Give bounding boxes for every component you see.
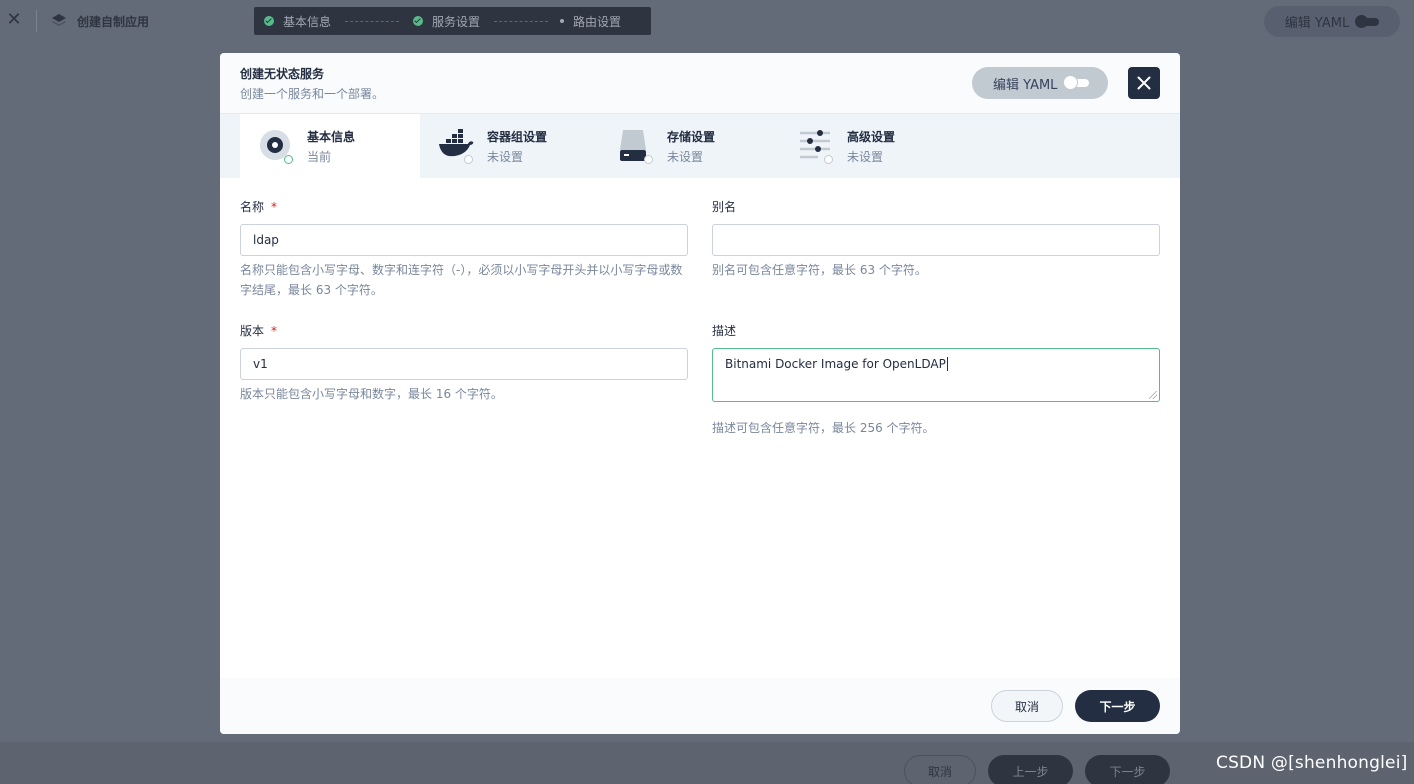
modal-tabs: 基本信息 当前 容器组设置 未设置 存储设置 未设置 高级设置 未设置 [220,114,1180,178]
tab-status: 当前 [307,150,332,164]
modal-header: 创建无状态服务 创建一个服务和一个部署。 编辑 YAML [220,53,1180,114]
cancel-button[interactable]: 取消 [991,690,1063,722]
bg-step-basic[interactable]: 基本信息 [264,13,331,30]
tab-pod-settings[interactable]: 容器组设置 未设置 [420,114,600,178]
tab-name: 基本信息 [307,130,356,144]
next-button[interactable]: 下一步 [1075,690,1160,722]
alias-label: 别名 [712,200,737,214]
bg-next-button[interactable]: 下一步 [1085,755,1170,784]
name-input[interactable]: ldap [240,224,688,256]
create-stateless-service-modal: 创建无状态服务 创建一个服务和一个部署。 编辑 YAML 基本信息 当前 容器组… [220,53,1180,734]
bg-step-label: 基本信息 [283,14,332,29]
toggle-icon [1064,76,1090,89]
bg-step-label: 服务设置 [432,14,481,29]
tab-status: 未设置 [847,150,884,164]
text-caret [946,357,948,371]
alias-field: 别名 别名可包含任意字符，最长 63 个字符。 [712,198,1160,280]
name-field: 名称 * ldap 名称只能包含小写字母、数字和连字符（-），必须以小写字母开头并… [240,198,688,300]
description-value: Bitnami Docker Image for OpenLDAP [725,357,946,371]
tab-name: 容器组设置 [487,130,548,144]
toggle-icon [1355,14,1380,28]
modal-subtitle: 创建一个服务和一个部署。 [240,87,385,101]
background-header: ✕ 创建自制应用 基本信息 服务设置 路由设置 编辑 YAML [0,0,1414,42]
resize-handle-icon[interactable] [1149,391,1157,399]
bg-step-label: 路由设置 [573,14,622,29]
background-footer [0,742,1414,784]
header-divider [36,10,37,32]
name-label-text: 名称 [240,200,265,214]
bg-step-service[interactable]: 服务设置 [413,13,480,30]
app-layers-icon [52,14,66,26]
modal-footer: 取消 下一步 [220,678,1180,734]
status-ring-icon [644,155,653,164]
step-connector [345,20,400,22]
version-input[interactable]: v1 [240,348,688,380]
tab-status: 未设置 [667,150,704,164]
step-connector [494,20,549,22]
description-field: 描述 Bitnami Docker Image for OpenLDAP 描述可… [712,322,1160,438]
required-mark: * [271,324,278,338]
version-help: 版本只能包含小写字母和数字，最长 16 个字符。 [240,387,503,401]
close-icon [1137,76,1151,90]
modal-title: 创建无状态服务 [240,67,325,81]
bg-edit-yaml-toggle[interactable]: 编辑 YAML [1264,6,1400,37]
version-label-text: 版本 [240,324,265,338]
tab-storage-settings[interactable]: 存储设置 未设置 [600,114,780,178]
close-icon[interactable]: ✕ [6,11,22,29]
bg-cancel-button[interactable]: 取消 [904,755,976,784]
status-ring-icon [284,155,293,164]
bg-step-route[interactable]: 路由设置 [548,13,621,30]
required-mark: * [271,200,278,214]
bg-prev-button[interactable]: 上一步 [988,755,1073,784]
basic-info-form: 名称 * ldap 名称只能包含小写字母、数字和连字符（-），必须以小写字母开头并… [220,178,1180,678]
app-title: 创建自制应用 [77,15,150,29]
alias-input[interactable] [712,224,1160,256]
status-ring-icon [464,155,473,164]
tab-name: 高级设置 [847,130,896,144]
description-textarea[interactable]: Bitnami Docker Image for OpenLDAP [712,348,1160,402]
tab-status: 未设置 [487,150,524,164]
description-label: 描述 [712,324,737,338]
yaml-label: 编辑 YAML [1284,16,1350,31]
check-icon [264,16,274,26]
alias-help: 别名可包含任意字符，最长 63 个字符。 [712,263,927,277]
edit-yaml-toggle[interactable]: 编辑 YAML [972,67,1108,99]
version-label: 版本 * [240,322,688,340]
status-ring-icon [824,155,833,164]
yaml-label: 编辑 YAML [993,77,1058,93]
tab-basic-info[interactable]: 基本信息 当前 [240,114,420,178]
check-icon [413,16,424,26]
tab-advanced-settings[interactable]: 高级设置 未设置 [780,114,960,178]
background-stepper: 基本信息 服务设置 路由设置 [254,7,651,35]
name-help: 名称只能包含小写字母、数字和连字符（-），必须以小写字母开头并以小写字母或数字结… [240,263,683,297]
tab-name: 存储设置 [667,130,716,144]
version-field: 版本 * v1 版本只能包含小写字母和数字，最长 16 个字符。 [240,322,688,404]
description-help: 描述可包含任意字符，最长 256 个字符。 [712,421,935,435]
watermark: CSDN @[shenhonglei] [1216,753,1408,773]
modal-close-button[interactable] [1128,67,1160,99]
dot-icon [560,19,565,23]
name-label: 名称 * [240,198,688,216]
